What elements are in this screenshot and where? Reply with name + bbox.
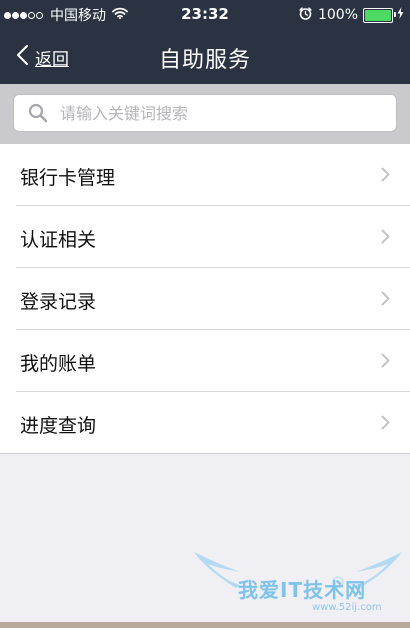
service-menu-list: 银行卡管理 认证相关 登录记录 我的账单 进度查询: [0, 144, 410, 454]
chevron-right-icon: [381, 353, 390, 372]
page-title: 自助服务: [158, 48, 251, 73]
menu-item-verification[interactable]: 认证相关: [0, 206, 410, 268]
divider: [0, 453, 410, 454]
chevron-right-icon: [381, 291, 390, 310]
chevron-right-icon: [381, 415, 390, 434]
watermark-text: 我爱IT技术网: [238, 578, 367, 602]
menu-item-label: 认证相关: [20, 229, 97, 251]
chevron-right-icon: [381, 167, 390, 186]
navigation-bar: 返回 自助服务: [0, 30, 410, 84]
status-right: 100%: [299, 5, 404, 25]
menu-item-login-records[interactable]: 登录记录: [0, 268, 410, 330]
battery-nub: [394, 11, 396, 17]
search-input[interactable]: [58, 102, 382, 124]
menu-item-label: 银行卡管理: [20, 167, 116, 189]
battery-level: [365, 9, 391, 21]
search-icon: [28, 103, 48, 123]
search-area: [0, 84, 410, 144]
battery-percent: 100%: [317, 7, 358, 23]
charging-icon: [397, 7, 404, 23]
battery-icon: [363, 7, 396, 23]
menu-item-label: 进度查询: [20, 415, 97, 437]
menu-item-bank-card-management[interactable]: 银行卡管理: [0, 144, 410, 206]
status-bar: 中国移动 23:32 100%: [0, 0, 410, 30]
menu-item-label: 登录记录: [20, 291, 97, 313]
watermark-logo: 我爱IT技术网 www.52ij.com: [190, 548, 405, 620]
chevron-right-icon: [381, 229, 390, 248]
alarm-icon: [299, 6, 312, 24]
watermark-url: www.52ij.com: [312, 602, 382, 613]
search-box[interactable]: [13, 94, 397, 132]
menu-item-progress-query[interactable]: 进度查询: [0, 392, 410, 454]
bottom-strip: [0, 622, 410, 628]
menu-item-label: 我的账单: [20, 353, 97, 375]
menu-item-my-bills[interactable]: 我的账单: [0, 330, 410, 392]
